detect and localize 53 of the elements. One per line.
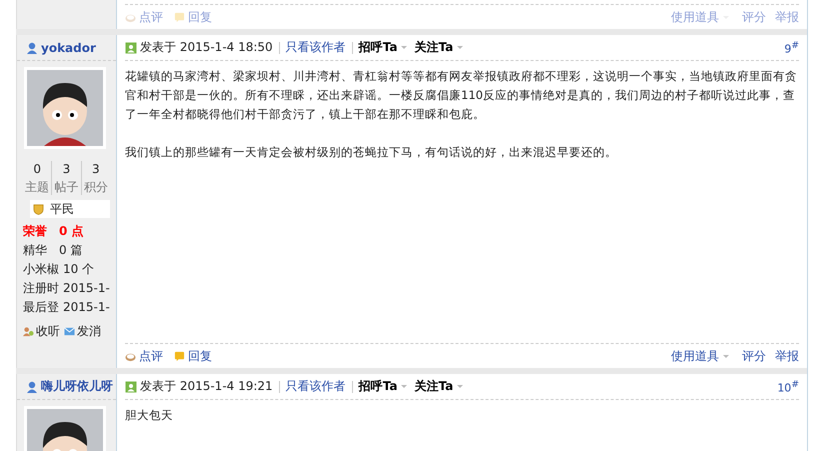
stat-value[interactable]: 0 [33, 161, 41, 177]
stat-value[interactable]: 3 [62, 161, 70, 177]
profile-value: 2015-1- [63, 299, 110, 316]
post-icon [125, 42, 137, 54]
follow-menu[interactable]: 关注Ta [414, 378, 454, 395]
profile-label: 最后登 [23, 299, 59, 316]
tool-link[interactable]: 使用道具 [671, 348, 719, 364]
greet-menu[interactable]: 招呼Ta [358, 39, 398, 56]
tool-link[interactable]: 评分 [742, 348, 766, 364]
rank-label: 平民 [50, 200, 74, 218]
stat-label[interactable]: 帖子 [54, 179, 78, 195]
floor-number[interactable]: 10$^{#}$ [777, 378, 799, 394]
greet-menu[interactable]: 招呼Ta [358, 378, 398, 395]
mail-icon [64, 326, 75, 337]
caret-icon [457, 46, 464, 49]
tool-link[interactable]: 举报 [775, 348, 799, 364]
reply-icon [174, 12, 185, 22]
profile-label: 荣誉 [23, 223, 48, 240]
profile-value: 2015-1- [63, 280, 110, 297]
action-link[interactable]: 回复 [188, 348, 212, 364]
author-name[interactable]: yokador [41, 40, 96, 54]
post-paragraph: 花罐镇的马家湾村、梁家坝村、川井湾村、青杠翁村等等都有网友举报镇政府都不理彩，这说明一个事实，当地镇政府里面有贪官和村干部是一伙的。所有不理睬，还出来辟谣。一楼反腐倡廉110反应的事情绝对是真的，我们周边的村子都听说过此事，查了一年全村都晓得他们村干部贪污了，镇上干部在那不理睬和包庇。 [125, 68, 798, 123]
profile-label: 小米椒 [23, 261, 59, 278]
profile-link[interactable]: 发消 [77, 323, 101, 340]
only-author-link[interactable]: 只看该作者 [286, 378, 346, 395]
stat-label[interactable]: 积分 [84, 179, 108, 195]
user-icon [26, 42, 38, 54]
shield-icon [33, 204, 44, 214]
stat-label[interactable]: 主题 [25, 179, 50, 195]
reply-icon [174, 350, 185, 362]
post-paragraph: 我们镇上的那些罐有一天肯定会被村级别的苍蝇拉下马，有句话说的好，出来混迟早要还的。 [125, 144, 618, 161]
only-author-link[interactable]: 只看该作者 [286, 39, 346, 56]
action-link[interactable]: 点评 [139, 348, 163, 364]
people-icon [23, 326, 34, 337]
post-paragraph: 胆大包天 [125, 407, 174, 424]
post-time: 发表于 2015-1-4 18:50 [140, 39, 273, 56]
profile-link[interactable]: 收听 [36, 323, 60, 340]
caret-icon [401, 385, 408, 388]
profile-value: 0 点 [59, 223, 84, 240]
floor-number[interactable]: 9$^{#}$ [784, 40, 799, 56]
caret-icon [401, 46, 408, 49]
profile-label: 精华 [23, 242, 48, 259]
caret-icon [723, 354, 729, 358]
profile-value: 0 篇 [59, 242, 82, 259]
author-name[interactable]: 嗨儿呀依儿呀 [41, 378, 113, 395]
profile-value: 10 个 [63, 261, 94, 278]
profile-label: 注册时 [23, 280, 59, 297]
caret-icon [457, 385, 464, 388]
follow-menu[interactable]: 关注Ta [414, 39, 454, 56]
post-icon [125, 380, 137, 392]
post-time: 发表于 2015-1-4 19:21 [140, 378, 273, 395]
stat-value[interactable]: 3 [92, 161, 100, 177]
user-icon [26, 380, 38, 392]
